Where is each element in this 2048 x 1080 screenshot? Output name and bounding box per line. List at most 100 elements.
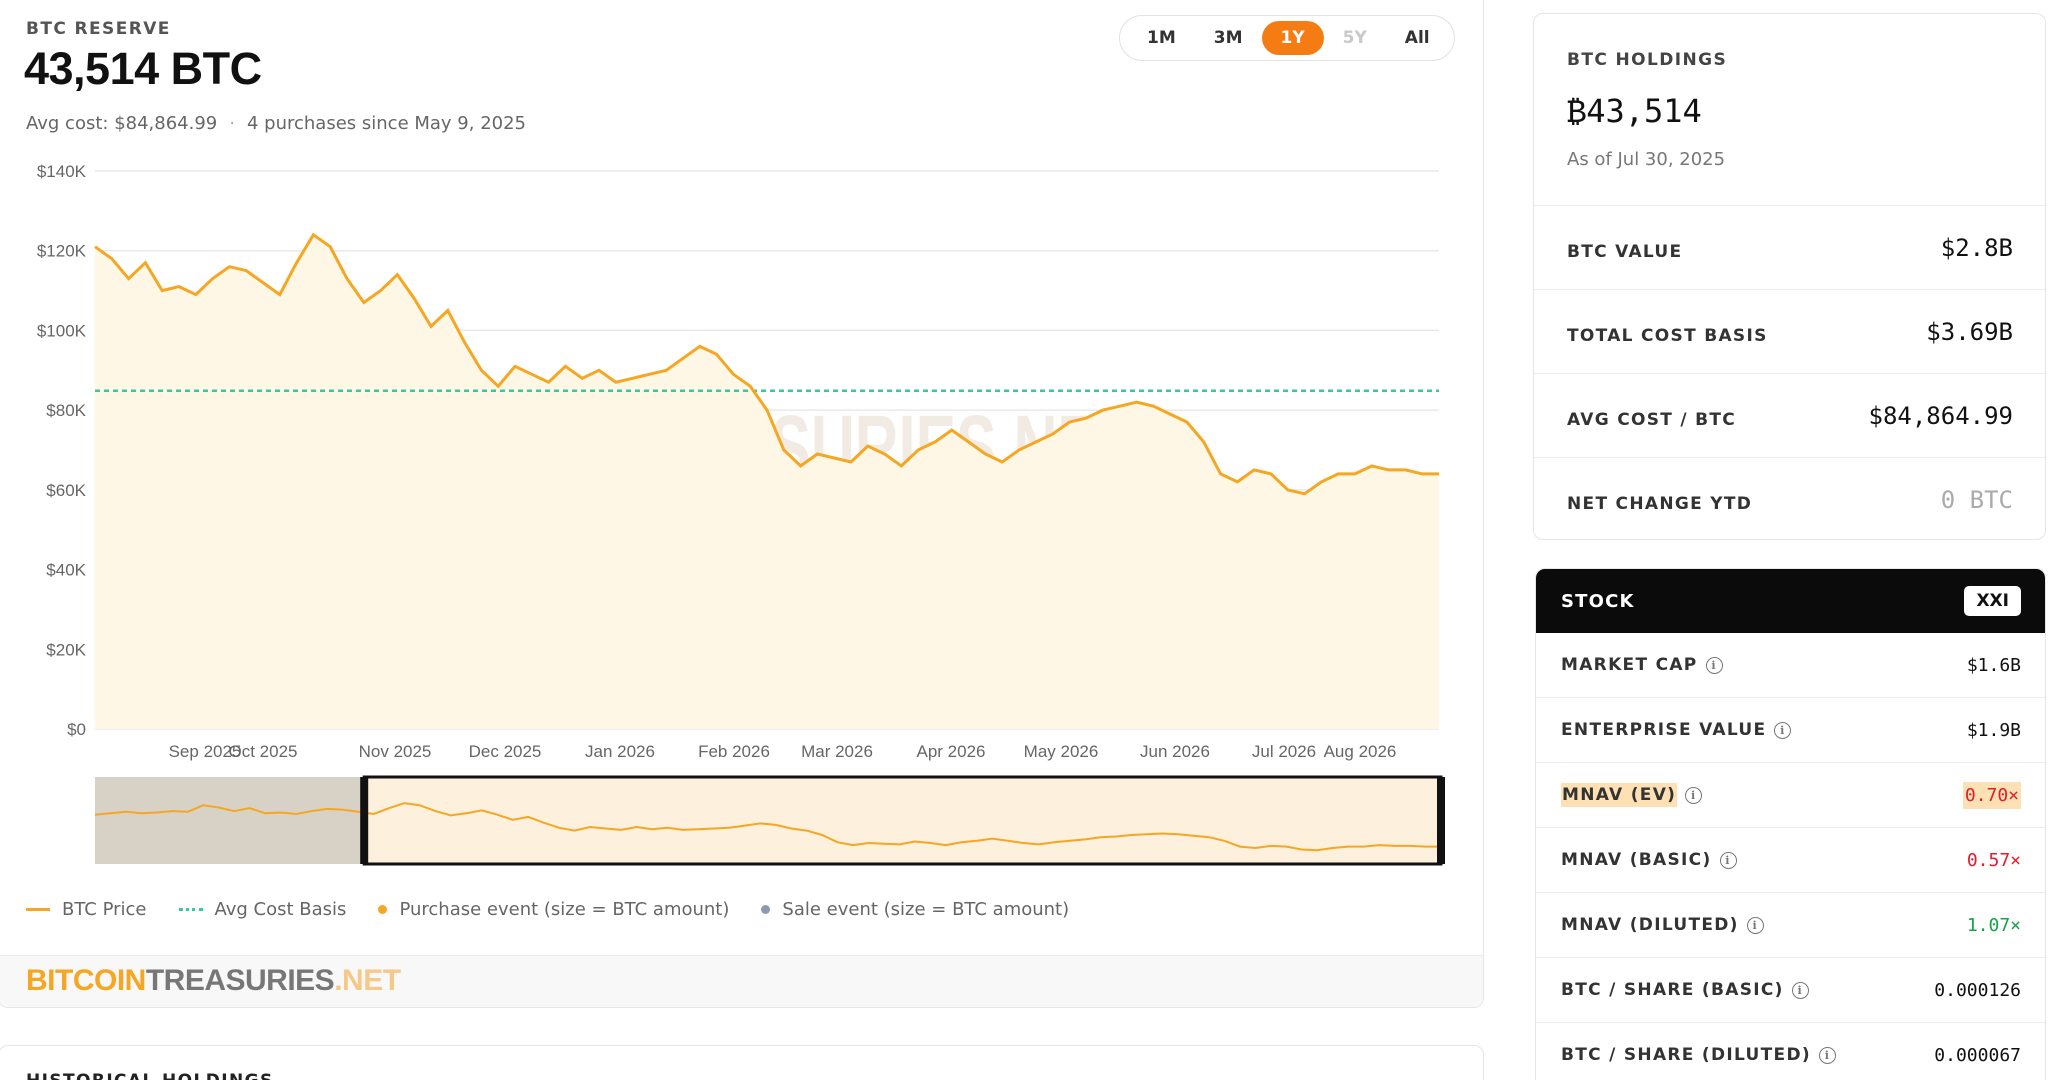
row-label: MARKET CAP [1561,655,1698,675]
x-tick-label: May 2026 [1024,742,1099,761]
row-value: $1.6B [1966,654,2021,676]
row-label: NET CHANGE YTD [1567,493,1753,514]
row-label: MNAV (BASIC) [1561,850,1712,870]
x-tick-label: Jul 2026 [1252,742,1316,761]
btc-value-row: BTC VALUE $2.8B [1534,205,2045,289]
reserve-chart-card: BTC RESERVE 43,514 BTC Avg cost: $84,864… [0,0,1484,1008]
row-label: BTC / SHARE (BASIC) [1561,980,1784,1000]
bitcointreasuries-logo: BITCOINTREASURIES.NET [26,964,401,997]
ticker-badge[interactable]: XXI [1964,586,2021,616]
holdings-label: BTC HOLDINGS [1567,50,1728,70]
x-tick-label: Oct 2025 [229,742,298,761]
y-tick-label: $100K [37,321,87,340]
mnav-basic-row: MNAV (BASIC) i 0.57× [1536,828,2045,893]
navigator-unselected-region [95,777,365,864]
reserve-value: 43,514 BTC [24,43,262,94]
legend-sale-event[interactable]: Sale event (size = BTC amount) [761,899,1069,920]
range-all-button[interactable]: All [1386,21,1449,55]
mnav-ev-row: MNAV (EV) i 0.70× [1536,763,2045,828]
navigator-left-handle [360,777,369,864]
row-value: 0.000067 [1934,1044,2021,1066]
market-cap-row: MARKET CAP i $1.6B [1536,633,2045,698]
btc-per-share-diluted-row: BTC / SHARE (DILUTED) i 0.000067 [1536,1023,2045,1080]
reserve-label: BTC RESERVE [26,19,171,39]
range-navigator[interactable] [94,775,1445,866]
y-tick-label: $40K [46,561,86,580]
row-label: ENTERPRISE VALUE [1561,720,1767,740]
dashed-line-swatch-icon [178,908,203,911]
info-icon[interactable]: i [1818,1046,1836,1064]
legend-btc-price[interactable]: BTC Price [26,899,147,920]
stock-title: STOCK [1561,590,1635,612]
y-tick-label: $0 [67,720,86,739]
dot-swatch-icon [378,905,388,914]
y-tick-label: $20K [46,640,86,659]
purchases-text: 4 purchases since May 9, 2025 [246,113,527,134]
mnav-diluted-row: MNAV (DILUTED) i 1.07× [1536,893,2045,958]
chart-legend: BTC Price Avg Cost Basis Purchase event … [26,899,1069,920]
btc-price-chart[interactable]: $140K$120K$100K$80K$60K$40K$20K$0 BITCOI… [0,139,1484,879]
info-icon[interactable]: i [1746,916,1764,934]
btc-per-share-basic-row: BTC / SHARE (BASIC) i 0.000126 [1536,958,2045,1023]
x-tick-label: Nov 2025 [359,742,432,761]
legend-label: Avg Cost Basis [214,899,347,920]
line-swatch-icon [26,908,50,911]
stock-card: STOCK XXI MARKET CAP i $1.6B ENTERPRISE V… [1535,568,2046,1080]
chart-footer: BITCOINTREASURIES.NET [0,955,1483,1007]
navigator-right-handle [1437,777,1445,864]
legend-label: Sale event (size = BTC amount) [782,899,1070,920]
row-value: $84,864.99 [1868,401,2014,430]
x-tick-label: Mar 2026 [801,742,873,761]
info-icon[interactable]: i [1774,721,1792,739]
avg-cost-text: Avg cost: $84,864.99 [26,113,218,134]
x-tick-label: Apr 2026 [917,742,986,761]
row-value: 0.57× [1966,849,2021,871]
holdings-value: ₿43,514 [1567,92,1702,130]
stock-header: STOCK XXI [1536,569,2045,633]
x-axis-ticks: Sep 2025Oct 2025 Nov 2025 Dec 2025 Jan 2026… [169,742,1397,761]
btc-holdings-card: BTC HOLDINGS ₿43,514 As of Jul 30, 2025 … [1533,13,2046,540]
row-value: 0.000126 [1934,979,2021,1001]
x-tick-label: Dec 2025 [469,742,542,761]
legend-avg-cost[interactable]: Avg Cost Basis [178,899,347,920]
x-tick-label: Jan 2026 [585,742,655,761]
info-icon[interactable]: i [1705,656,1723,674]
row-label: MNAV (EV) [1561,783,1678,807]
net-change-ytd-row: NET CHANGE YTD 0 BTC [1534,457,2045,539]
historical-holdings-title: HISTORICAL HOLDINGS [26,1071,274,1080]
x-tick-label: Jun 2026 [1140,742,1210,761]
navigator-selected-region [364,777,1442,864]
avg-cost-row: AVG COST / BTC $84,864.99 [1534,373,2045,457]
row-label: TOTAL COST BASIS [1567,325,1768,346]
range-3m-button[interactable]: 3M [1195,21,1262,55]
info-icon[interactable]: i [1791,981,1809,999]
row-value: $2.8B [1940,233,2013,262]
legend-label: BTC Price [62,899,147,920]
total-cost-basis-row: TOTAL COST BASIS $3.69B [1534,289,2045,373]
row-label: BTC / SHARE (DILUTED) [1561,1045,1811,1065]
range-1y-button[interactable]: 1Y [1261,21,1324,55]
row-label: MNAV (DILUTED) [1561,915,1739,935]
range-1m-button[interactable]: 1M [1128,21,1195,55]
row-value: $1.9B [1966,719,2021,741]
range-5y-button: 5Y [1342,28,1367,48]
x-tick-label: Aug 2026 [1324,742,1397,761]
row-label: AVG COST / BTC [1567,409,1737,430]
y-tick-label: $140K [37,162,87,181]
holdings-as-of-date: As of Jul 30, 2025 [1567,149,1726,170]
legend-label: Purchase event (size = BTC amount) [399,899,730,920]
y-tick-label: $80K [46,401,86,420]
x-tick-label: Feb 2026 [698,742,770,761]
info-icon[interactable]: i [1685,786,1703,804]
y-tick-label: $120K [37,242,87,261]
time-range-selector: 1M 3M 1Y 5Y All [1119,15,1455,61]
separator-dot: · [229,113,235,134]
enterprise-value-row: ENTERPRISE VALUE i $1.9B [1536,698,2045,763]
historical-holdings-card: HISTORICAL HOLDINGS [0,1045,1484,1080]
row-value: 0 BTC [1940,485,2013,514]
row-value: 1.07× [1966,914,2021,936]
dot-swatch-icon [761,905,771,914]
row-value: 0.70× [1962,781,2021,809]
info-icon[interactable]: i [1719,851,1737,869]
legend-purchase-event[interactable]: Purchase event (size = BTC amount) [378,899,729,920]
